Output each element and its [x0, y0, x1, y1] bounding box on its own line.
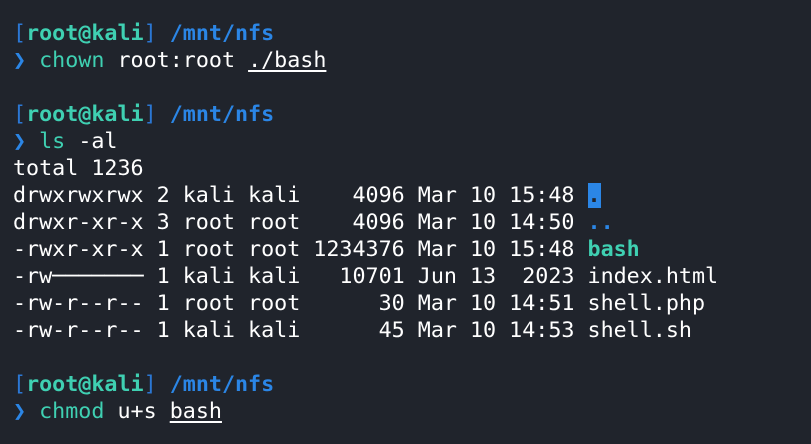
prompt-close-bracket: ]: [143, 102, 157, 127]
prompt-host: kali: [91, 21, 144, 46]
ls-row-name: bash: [587, 237, 640, 262]
command-line: ❯ chmod u+s bash: [13, 398, 811, 425]
prompt-line: [root@kali] /mnt/nfs: [13, 20, 811, 47]
command-args: -al: [78, 129, 118, 154]
command-name: chown: [39, 48, 105, 73]
ls-row-name: index.html: [587, 264, 719, 289]
ls-row-meta: -rw─────── 1 kali kali 10701 Jun 13 2023: [13, 264, 588, 289]
terminal-window[interactable]: [root@kali] /mnt/nfs ❯ chown root:root .…: [0, 0, 811, 444]
ls-row: -rw─────── 1 kali kali 10701 Jun 13 2023…: [13, 263, 811, 290]
ls-row-name: .: [587, 183, 601, 208]
command-args: u+s: [117, 399, 170, 424]
prompt-cwd: /mnt/nfs: [169, 21, 275, 46]
command-name: ls: [39, 129, 66, 154]
prompt-line: [root@kali] /mnt/nfs: [13, 371, 811, 398]
ls-total: total 1236: [13, 156, 144, 181]
ls-row-meta: drwxrwxrwx 2 kali kali 4096 Mar 10 15:48: [13, 183, 588, 208]
ls-row-name: shell.php: [587, 291, 706, 316]
prompt-close-bracket: ]: [143, 21, 157, 46]
ls-row-meta: -rw-r--r-- 1 kali kali 45 Mar 10 14:53: [13, 318, 588, 343]
command-line: ❯ ls -al: [13, 128, 811, 155]
ls-row-name: ..: [587, 210, 614, 235]
prompt-arrow-icon: ❯: [13, 129, 27, 154]
ls-row: drwxr-xr-x 3 root root 4096 Mar 10 14:50…: [13, 209, 811, 236]
prompt-open-bracket: [: [13, 102, 27, 127]
prompt-at: @: [78, 21, 92, 46]
prompt-cwd: /mnt/nfs: [169, 102, 275, 127]
prompt-host: kali: [91, 372, 144, 397]
prompt-at: @: [78, 102, 92, 127]
ls-row: drwxrwxrwx 2 kali kali 4096 Mar 10 15:48…: [13, 182, 811, 209]
prompt-arrow-icon: ❯: [13, 48, 27, 73]
ls-row: -rw-r--r-- 1 kali kali 45 Mar 10 14:53 s…: [13, 317, 811, 344]
prompt-arrow-icon: ❯: [13, 399, 27, 424]
ls-row: -rwxr-xr-x 1 root root 1234376 Mar 10 15…: [13, 236, 811, 263]
ls-row-name: shell.sh: [587, 318, 692, 343]
command-args: root:root: [117, 48, 249, 73]
command-file-arg: bash: [169, 399, 222, 424]
command-path-arg: ./bash: [248, 48, 327, 73]
ls-row-meta: -rwxr-xr-x 1 root root 1234376 Mar 10 15…: [13, 237, 588, 262]
prompt-line: [root@kali] /mnt/nfs: [13, 101, 811, 128]
prompt-close-bracket: ]: [143, 372, 157, 397]
prompt-cwd: /mnt/nfs: [169, 372, 275, 397]
prompt-user: root: [26, 372, 79, 397]
ls-row: -rw-r--r-- 1 root root 30 Mar 10 14:51 s…: [13, 290, 811, 317]
prompt-user: root: [26, 102, 79, 127]
prompt-open-bracket: [: [13, 21, 27, 46]
command-line: ❯ chown root:root ./bash: [13, 47, 811, 74]
ls-row-meta: drwxr-xr-x 3 root root 4096 Mar 10 14:50: [13, 210, 588, 235]
command-name: chmod: [39, 399, 105, 424]
prompt-host: kali: [91, 102, 144, 127]
prompt-open-bracket: [: [13, 372, 27, 397]
prompt-user: root: [26, 21, 79, 46]
prompt-at: @: [78, 372, 92, 397]
ls-row-meta: -rw-r--r-- 1 root root 30 Mar 10 14:51: [13, 291, 588, 316]
